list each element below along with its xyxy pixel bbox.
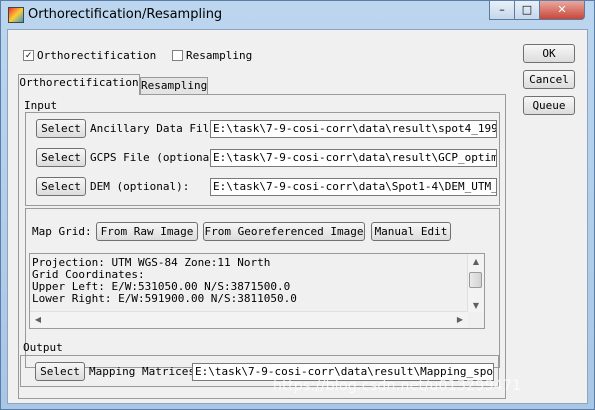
tab-resampling[interactable]: Resampling [140,77,208,94]
manual-edit-button[interactable]: Manual Edit [371,222,451,241]
scroll-left-arrow-icon[interactable]: ◀ [30,312,46,328]
orthorectification-panel: Input Select Ancillary Data File E:\task… [18,94,506,399]
select-mapping-button[interactable]: Select [35,362,85,381]
queue-button[interactable]: Queue [523,96,575,115]
minimize-button[interactable]: – [489,1,515,20]
from-raw-image-button[interactable]: From Raw Image [96,222,198,241]
cancel-button[interactable]: Cancel [523,70,575,89]
dialog-window: Orthorectification/Resampling – □ ✕ ✓ Or… [0,0,595,410]
orthorectification-checkbox[interactable]: ✓ [23,50,34,61]
scroll-right-arrow-icon[interactable]: ▶ [452,312,468,328]
horizontal-scrollbar[interactable]: ◀ ▶ [30,311,468,328]
tab-orthorectification[interactable]: Orthorectification [18,74,140,95]
mapping-matrices-label: Mapping Matrices: [89,365,202,378]
app-icon [8,7,24,23]
window-title: Orthorectification/Resampling [28,7,223,22]
scroll-up-arrow-icon[interactable]: ▲ [468,254,484,270]
select-gcps-button[interactable]: Select [36,148,86,167]
dem-label: DEM (optional): [90,180,190,193]
resampling-checkbox[interactable] [172,50,183,61]
gcps-file-label: GCPS File (optional) [90,151,223,164]
input-heading: Input [24,99,58,112]
dialog-client: ✓ Orthorectification Resampling OK Cance… [7,29,588,404]
maximize-button[interactable]: □ [514,1,540,20]
title-bar[interactable]: Orthorectification/Resampling – □ ✕ [1,1,594,29]
select-ancillary-button[interactable]: Select [36,119,86,138]
output-heading: Output [23,341,63,354]
map-grid-label: Map Grid: [32,225,92,238]
resampling-option-label: Resampling [186,49,253,62]
watermark-text: https://blog.csdn.net/u013299471 [273,378,522,394]
gcps-file-field[interactable]: E:\task\7-9-cosi-corr\data\result\GCP_op… [210,149,497,167]
ok-button[interactable]: OK [523,44,575,63]
lower-right-line: Lower Right: E/W:591900.00 N/S:3811050.0 [32,292,297,305]
dem-field[interactable]: E:\task\7-9-cosi-corr\data\Spot1-4\DEM_U… [210,178,497,196]
scrollbar-corner [468,312,484,328]
ancillary-data-file-field[interactable]: E:\task\7-9-cosi-corr\data\result\spot4_… [210,120,497,138]
vertical-scrollbar[interactable]: ▲ ▼ [467,254,484,314]
map-grid-info-textarea[interactable]: Projection: UTM WGS-84 Zone:11 North Gri… [29,253,485,329]
input-group: Select Ancillary Data File E:\task\7-9-c… [25,112,500,206]
ancillary-data-file-label: Ancillary Data File [90,122,216,135]
vertical-scroll-thumb[interactable] [469,272,482,288]
close-button[interactable]: ✕ [539,1,585,20]
from-georeferenced-image-button[interactable]: From Georeferenced Image [203,222,365,241]
select-dem-button[interactable]: Select [36,177,86,196]
orthorectification-option-label: Orthorectification [37,49,157,62]
